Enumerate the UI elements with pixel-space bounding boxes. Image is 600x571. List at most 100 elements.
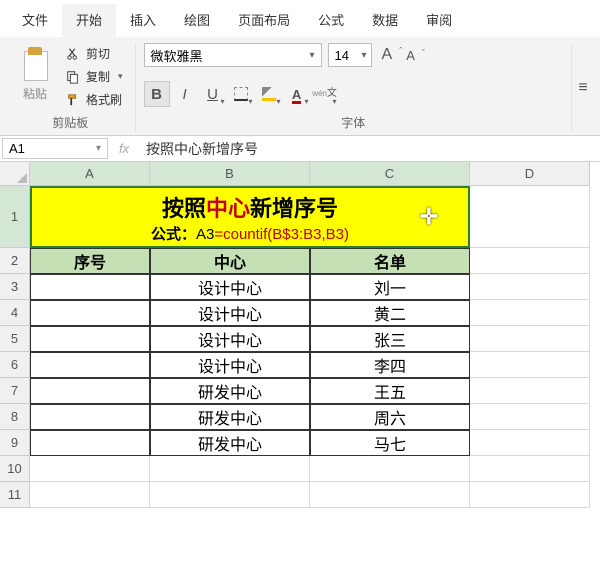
tab-file[interactable]: 文件 <box>8 4 62 37</box>
cell-a6[interactable] <box>30 352 150 378</box>
title-formula: 公式：A3=countif(B$3:B3,B3) <box>151 223 349 244</box>
cell-b2[interactable]: 中心 <box>150 248 310 274</box>
cell-a3[interactable] <box>30 274 150 300</box>
cell-d1[interactable] <box>470 186 590 248</box>
cell-b8[interactable]: 研发中心 <box>150 404 310 430</box>
tab-insert[interactable]: 插入 <box>116 4 170 37</box>
name-box[interactable]: A1 <box>2 138 108 159</box>
col-header-a[interactable]: A <box>30 162 150 186</box>
cell-b11[interactable] <box>150 482 310 508</box>
font-color-button[interactable]: A▾ <box>284 81 310 107</box>
cut-label: 剪切 <box>86 45 110 62</box>
italic-button[interactable]: I <box>172 81 198 107</box>
cell-c11[interactable] <box>310 482 470 508</box>
cell-c4[interactable]: 黄二 <box>310 300 470 326</box>
clipboard-group-label: 剪贴板 <box>52 110 88 133</box>
fill-color-button[interactable]: ▾ <box>256 81 282 107</box>
cell-a8[interactable] <box>30 404 150 430</box>
cell-b4[interactable]: 设计中心 <box>150 300 310 326</box>
font-group-label: 字体 <box>341 110 365 133</box>
cell-a11[interactable] <box>30 482 150 508</box>
col-header-c[interactable]: C <box>310 162 470 186</box>
tab-formulas[interactable]: 公式 <box>304 4 358 37</box>
tab-data[interactable]: 数据 <box>358 4 412 37</box>
bold-button[interactable]: B <box>144 81 170 107</box>
row-header-5[interactable]: 5 <box>0 326 30 352</box>
cell-a2[interactable]: 序号 <box>30 248 150 274</box>
cell-b5[interactable]: 设计中心 <box>150 326 310 352</box>
cell-b10[interactable] <box>150 456 310 482</box>
phonetic-button[interactable]: wén文▾ <box>312 81 338 107</box>
formula-bar: A1 fx 按照中心新增序号 <box>0 136 600 162</box>
row-header-2[interactable]: 2 <box>0 248 30 274</box>
font-family-select[interactable]: 微软雅黑 <box>144 43 322 67</box>
row-5: 5 设计中心张三 <box>0 326 600 352</box>
cell-c10[interactable] <box>310 456 470 482</box>
format-painter-label: 格式刷 <box>86 91 122 108</box>
cell-d4[interactable] <box>470 300 590 326</box>
border-button[interactable]: ▾ <box>228 81 254 107</box>
formula-input[interactable]: 按照中心新增序号 <box>138 136 600 161</box>
cell-d3[interactable] <box>470 274 590 300</box>
row-header-7[interactable]: 7 <box>0 378 30 404</box>
row-header-3[interactable]: 3 <box>0 274 30 300</box>
underline-button[interactable]: U▾ <box>200 81 226 107</box>
cell-a1-merged-title[interactable]: 按照中心新增序号 公式：A3=countif(B$3:B3,B3) ✛ <box>30 186 470 248</box>
cell-a4[interactable] <box>30 300 150 326</box>
title-pre: 按照 <box>162 196 206 221</box>
cell-b7[interactable]: 研发中心 <box>150 378 310 404</box>
format-painter-button[interactable]: 格式刷 <box>62 89 127 110</box>
cell-b6[interactable]: 设计中心 <box>150 352 310 378</box>
cell-d10[interactable] <box>470 456 590 482</box>
tab-home[interactable]: 开始 <box>62 4 116 37</box>
row-header-9[interactable]: 9 <box>0 430 30 456</box>
cell-c5[interactable]: 张三 <box>310 326 470 352</box>
row-7: 7 研发中心王五 <box>0 378 600 404</box>
ribbon-overflow-button[interactable]: ≡ <box>572 43 594 133</box>
cell-a5[interactable] <box>30 326 150 352</box>
row-header-8[interactable]: 8 <box>0 404 30 430</box>
cut-button[interactable]: 剪切 <box>62 43 127 64</box>
paste-button[interactable]: 粘贴 <box>14 43 56 104</box>
font-family-value: 微软雅黑 <box>151 46 203 65</box>
cell-a10[interactable] <box>30 456 150 482</box>
cell-b3[interactable]: 设计中心 <box>150 274 310 300</box>
cell-d5[interactable] <box>470 326 590 352</box>
row-header-6[interactable]: 6 <box>0 352 30 378</box>
row-header-1[interactable]: 1 <box>0 186 30 248</box>
tab-page-layout[interactable]: 页面布局 <box>224 4 304 37</box>
col-header-b[interactable]: B <box>150 162 310 186</box>
cell-a9[interactable] <box>30 430 150 456</box>
cell-d9[interactable] <box>470 430 590 456</box>
select-all-corner[interactable] <box>0 162 30 186</box>
font-size-select[interactable]: 14 <box>328 43 372 67</box>
tab-review[interactable]: 审阅 <box>412 4 466 37</box>
cell-c7[interactable]: 王五 <box>310 378 470 404</box>
cell-d11[interactable] <box>470 482 590 508</box>
cell-c6[interactable]: 李四 <box>310 352 470 378</box>
clipboard-group: 粘贴 剪切 复制▾ 格式刷 剪贴板 <box>6 43 136 133</box>
row-header-11[interactable]: 11 <box>0 482 30 508</box>
shrink-font-button[interactable]: Aˇ <box>402 48 419 63</box>
fx-button[interactable]: fx <box>110 136 138 161</box>
cell-c9[interactable]: 马七 <box>310 430 470 456</box>
row-10: 10 <box>0 456 600 482</box>
cell-d2[interactable] <box>470 248 590 274</box>
col-header-d[interactable]: D <box>470 162 590 186</box>
cell-a7[interactable] <box>30 378 150 404</box>
cell-d8[interactable] <box>470 404 590 430</box>
menu-bar: 文件 开始 插入 绘图 页面布局 公式 数据 审阅 <box>0 0 600 37</box>
cut-icon <box>66 47 80 61</box>
cell-c2[interactable]: 名单 <box>310 248 470 274</box>
grow-font-button[interactable]: Aˆ <box>378 46 397 64</box>
cell-b9[interactable]: 研发中心 <box>150 430 310 456</box>
copy-button[interactable]: 复制▾ <box>62 66 127 87</box>
column-headers: A B C D <box>30 162 600 186</box>
cell-c8[interactable]: 周六 <box>310 404 470 430</box>
row-header-10[interactable]: 10 <box>0 456 30 482</box>
cell-d6[interactable] <box>470 352 590 378</box>
tab-draw[interactable]: 绘图 <box>170 4 224 37</box>
cell-c3[interactable]: 刘一 <box>310 274 470 300</box>
cell-d7[interactable] <box>470 378 590 404</box>
row-header-4[interactable]: 4 <box>0 300 30 326</box>
